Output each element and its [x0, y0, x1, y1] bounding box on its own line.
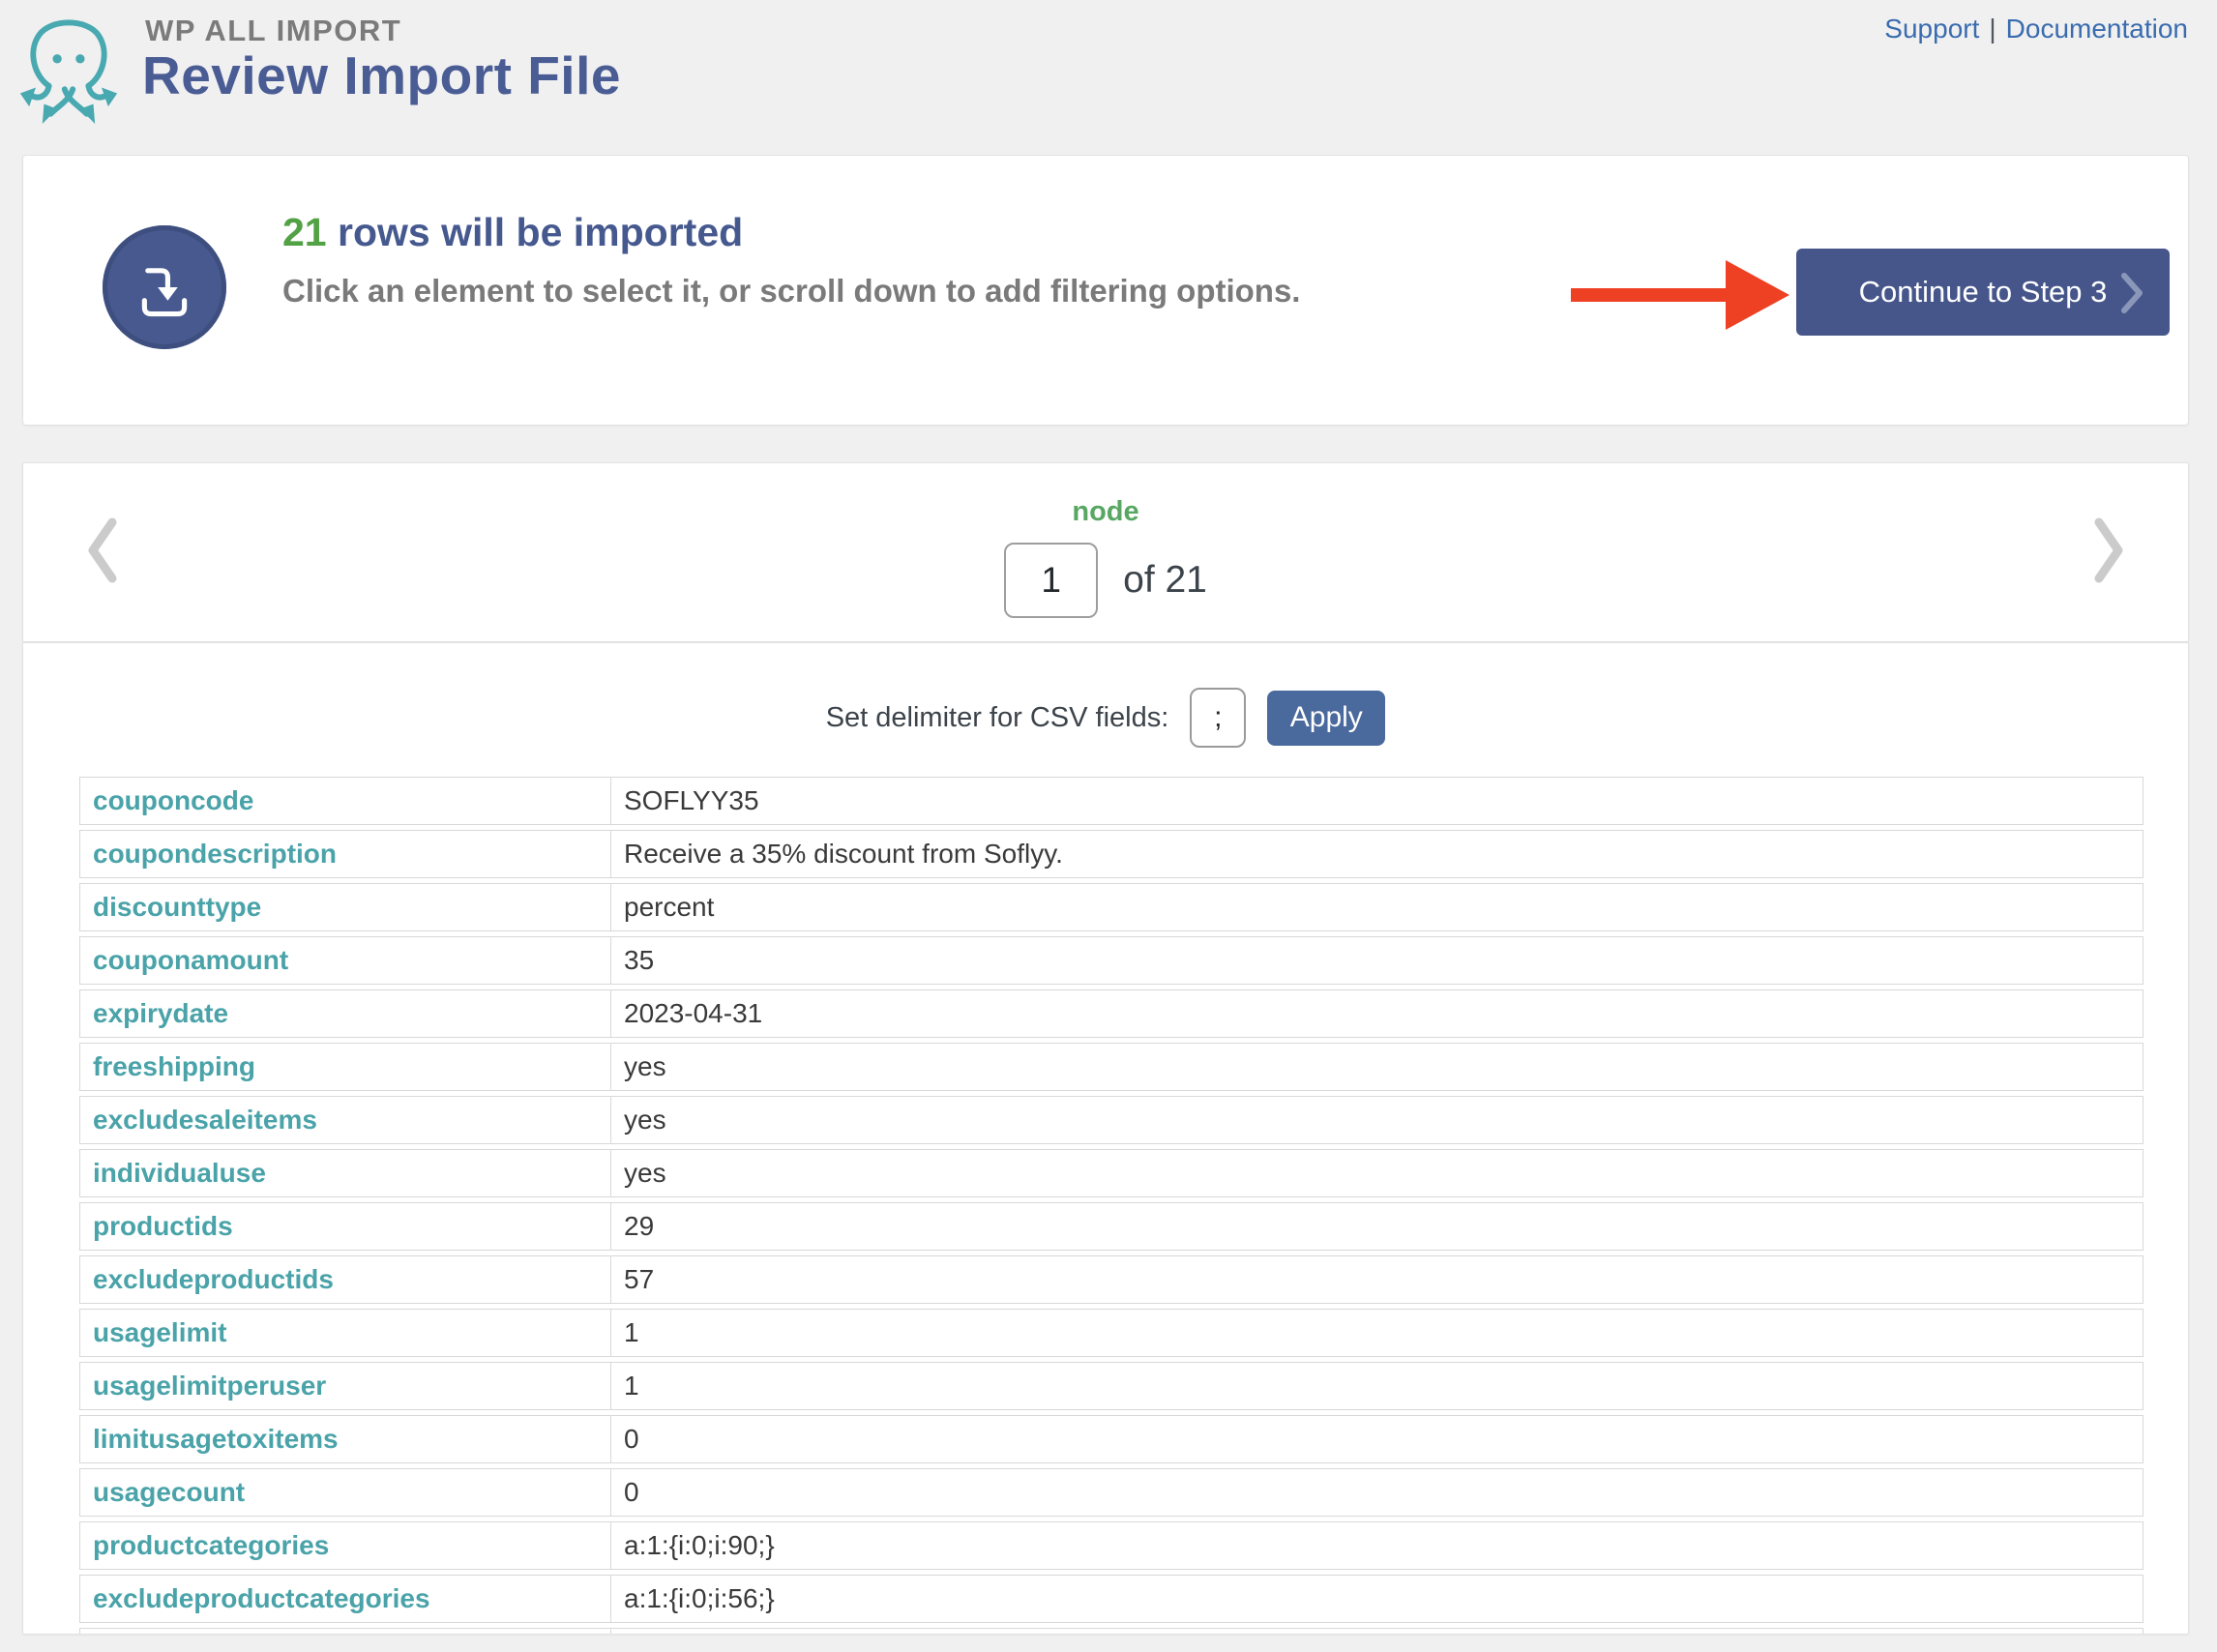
- table-row-partial: [79, 1628, 2143, 1635]
- field-value: Receive a 35% discount from Soflyy.: [610, 831, 2143, 877]
- apply-delimiter-button[interactable]: Apply: [1267, 691, 1385, 746]
- page-title: Review Import File: [142, 44, 621, 106]
- table-row: couponamount 35: [79, 936, 2143, 985]
- field-name-link[interactable]: usagelimit: [80, 1310, 610, 1356]
- field-name-link[interactable]: limitusagetoxitems: [80, 1416, 610, 1462]
- field-name-link[interactable]: excludesaleitems: [80, 1097, 610, 1143]
- field-value: a:1:{i:0;i:56;}: [610, 1576, 2143, 1622]
- header-links: Support | Documentation: [1884, 14, 2188, 44]
- field-name-link[interactable]: couponamount: [80, 937, 610, 984]
- documentation-link[interactable]: Documentation: [2006, 14, 2188, 44]
- brand-label: WP ALL IMPORT: [145, 14, 401, 48]
- table-row: usagecount 0: [79, 1468, 2143, 1517]
- field-value: percent: [610, 884, 2143, 930]
- field-value: 35: [610, 937, 2143, 984]
- table-row: freeshipping yes: [79, 1043, 2143, 1091]
- field-value: 1: [610, 1310, 2143, 1356]
- table-row: couponcode SOFLYY35: [79, 777, 2143, 825]
- chevron-right-icon[interactable]: [2089, 517, 2128, 583]
- download-into-tray-icon: [123, 246, 206, 329]
- field-value: yes: [610, 1097, 2143, 1143]
- field-name-link[interactable]: productids: [80, 1203, 610, 1250]
- table-row: discounttype percent: [79, 883, 2143, 931]
- field-name-link[interactable]: productcategories: [80, 1522, 610, 1569]
- import-summary-card: 21 rows will be imported Click an elemen…: [22, 155, 2189, 426]
- table-row: excludeproductids 57: [79, 1255, 2143, 1304]
- review-import-file-page: WP ALL IMPORT Review Import File Support…: [0, 0, 2217, 1652]
- field-value: 57: [610, 1256, 2143, 1303]
- table-row: usagelimit 1: [79, 1309, 2143, 1357]
- intro-subtitle: Click an element to select it, or scroll…: [282, 273, 1300, 310]
- header: WP ALL IMPORT Review Import File Support…: [0, 0, 2217, 153]
- field-name-link[interactable]: [80, 1629, 610, 1635]
- red-arrow-head: [1726, 260, 1789, 330]
- headline-rest: rows will be imported: [327, 210, 744, 254]
- field-name-link[interactable]: excludeproductcategories: [80, 1576, 610, 1622]
- support-link[interactable]: Support: [1884, 14, 1979, 44]
- field-table: couponcode SOFLYY35 coupondescription Re…: [79, 777, 2143, 1635]
- record-carousel-card: node of 21: [22, 462, 2189, 642]
- field-value: 0: [610, 1469, 2143, 1516]
- field-value: [610, 1629, 2143, 1635]
- field-value: 0: [610, 1416, 2143, 1462]
- node-label: node: [23, 496, 2188, 528]
- field-value: yes: [610, 1044, 2143, 1090]
- intro-text: 21 rows will be imported Click an elemen…: [282, 210, 1300, 310]
- record-number-input[interactable]: [1004, 543, 1098, 618]
- field-name-link[interactable]: expirydate: [80, 990, 610, 1037]
- rows-imported-headline: 21 rows will be imported: [282, 210, 1300, 255]
- red-arrow-shaft: [1571, 288, 1726, 302]
- field-value: a:1:{i:0;i:90;}: [610, 1522, 2143, 1569]
- record-total-label: of 21: [1123, 559, 1207, 602]
- field-name-link[interactable]: usagelimitperuser: [80, 1363, 610, 1409]
- delimiter-label: Set delimiter for CSV fields:: [826, 702, 1169, 734]
- import-badge: [103, 225, 226, 349]
- field-name-link[interactable]: usagecount: [80, 1469, 610, 1516]
- table-row: individualuse yes: [79, 1149, 2143, 1197]
- red-arrow-pointer-annotation: [1571, 260, 1789, 330]
- table-row: coupondescription Receive a 35% discount…: [79, 830, 2143, 878]
- field-value: SOFLYY35: [610, 778, 2143, 824]
- link-separator: |: [1989, 14, 1995, 44]
- field-name-link[interactable]: discounttype: [80, 884, 610, 930]
- table-row: productids 29: [79, 1202, 2143, 1251]
- table-row: excludeproductcategories a:1:{i:0;i:56;}: [79, 1575, 2143, 1623]
- field-name-link[interactable]: freeshipping: [80, 1044, 610, 1090]
- table-row: expirydate 2023-04-31: [79, 989, 2143, 1038]
- field-value: 29: [610, 1203, 2143, 1250]
- field-value: yes: [610, 1150, 2143, 1196]
- row-count: 21: [282, 210, 327, 254]
- continue-button-label: Continue to Step 3: [1859, 275, 2108, 310]
- import-preview-card: Set delimiter for CSV fields: Apply coup…: [22, 642, 2189, 1635]
- field-name-link[interactable]: couponcode: [80, 778, 610, 824]
- record-pager: of 21: [23, 543, 2188, 618]
- table-row: usagelimitperuser 1: [79, 1362, 2143, 1410]
- wp-all-import-octopus-logo-icon: [19, 6, 118, 132]
- table-row: limitusagetoxitems 0: [79, 1415, 2143, 1463]
- field-value: 2023-04-31: [610, 990, 2143, 1037]
- field-name-link[interactable]: coupondescription: [80, 831, 610, 877]
- delimiter-input[interactable]: [1190, 688, 1246, 748]
- continue-to-step-3-button[interactable]: Continue to Step 3: [1796, 249, 2170, 336]
- table-row: productcategories a:1:{i:0;i:90;}: [79, 1521, 2143, 1570]
- field-value: 1: [610, 1363, 2143, 1409]
- chevron-right-icon: [2119, 272, 2144, 314]
- table-row: excludesaleitems yes: [79, 1096, 2143, 1144]
- delimiter-controls: Set delimiter for CSV fields: Apply: [23, 688, 2188, 748]
- field-name-link[interactable]: individualuse: [80, 1150, 610, 1196]
- field-name-link[interactable]: excludeproductids: [80, 1256, 610, 1303]
